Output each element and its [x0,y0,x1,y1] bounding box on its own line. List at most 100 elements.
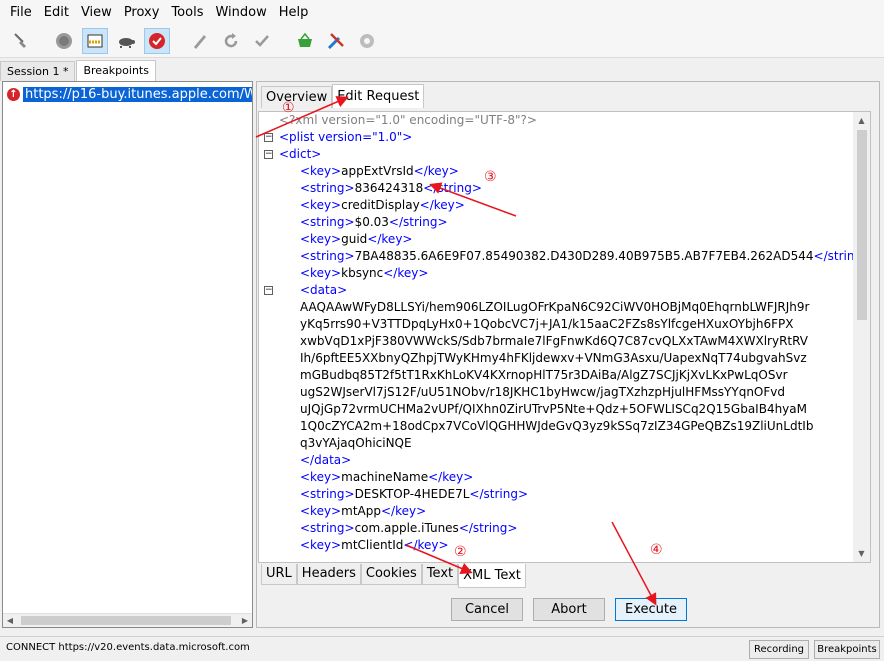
xml-line-text: Ih/6pftEE5XXbnyQZhpjTWyKHmy4hFKljdewxv+V… [300,351,807,365]
horizontal-scrollbar[interactable]: ◀ ▶ [3,613,252,627]
check-icon[interactable] [249,28,275,54]
xml-line: <key>guid</key> [259,231,854,248]
xml-line-text: <?xml version="1.0" encoding="UTF-8"?> [279,113,537,127]
tab-overview[interactable]: Overview [261,86,333,108]
abort-button[interactable]: Abort [533,598,605,621]
tab-edit-request[interactable]: Edit Request [332,84,425,108]
xml-line: </data> [259,452,854,469]
menu-edit[interactable]: Edit [38,5,75,20]
scroll-right-icon[interactable]: ▶ [238,614,252,628]
breakpoint-up-icon: ↑ [7,87,20,101]
scroll-thumb[interactable] [21,616,231,625]
annotation-4: ④ [650,542,663,558]
xml-lines: <?xml version="1.0" encoding="UTF-8"?> − <… [259,112,870,554]
fold-toggle-icon[interactable]: − [264,286,273,295]
execute-button[interactable]: Execute [615,598,687,621]
tab-url[interactable]: URL [261,564,297,585]
xml-editor[interactable]: <?xml version="1.0" encoding="UTF-8"?> − <… [258,111,871,563]
xml-line: <key>mtClientId</key> [259,537,854,554]
xml-line: <string>836424318</string> [259,180,854,197]
record-circle-icon[interactable] [51,28,77,54]
xml-line: <key>creditDisplay</key> [259,197,854,214]
tab-headers[interactable]: Headers [296,564,361,585]
status-bar: CONNECT https://v20.events.data.microsof… [0,636,884,661]
list-item[interactable]: ↑ https://p16-buy.itunes.apple.com/WebO [7,86,252,102]
xml-line-text: <key>guid</key> [300,232,413,246]
xml-line: − <dict> [259,146,854,163]
breakpoint-icon[interactable] [144,27,170,54]
breakpoints-button[interactable]: Breakpoints [814,640,880,659]
xml-line: <string>7BA48835.6A6E9F07.85490382.D430D… [259,248,870,265]
cancel-button[interactable]: Cancel [451,598,523,621]
tab-text[interactable]: Text [421,564,459,585]
tortoise-icon[interactable] [113,28,139,54]
settings-icon[interactable] [354,28,380,54]
menu-proxy[interactable]: Proxy [118,5,166,20]
xml-line: yKq5rrs90+V3TTDpqLyHx0+1QobcVC7j+JA1/k15… [259,316,854,333]
xml-line: <key>machineName</key> [259,469,854,486]
xml-line-text: 1Q0cZYCA2m+18odCpx7VCoVlQGHHWJdeGvQ3yz9k… [300,419,814,433]
xml-line: mGBudbq85T2f5tT1RxKhLoKV4KXrnopHlT75r3DA… [259,367,854,384]
xml-line-text: yKq5rrs90+V3TTDpqLyHx0+1QobcVC7j+JA1/k15… [300,317,794,331]
annotation-1: ① [282,100,295,116]
format-tabs: URL Headers Cookies Text XML Text [261,564,526,588]
fold-toggle-icon[interactable]: − [264,150,273,159]
scroll-left-icon[interactable]: ◀ [3,614,17,628]
status-text: CONNECT https://v20.events.data.microsof… [6,642,250,653]
refresh-icon[interactable] [218,28,244,54]
session-url[interactable]: https://p16-buy.itunes.apple.com/WebO [23,86,252,102]
xml-line: − <data> [259,282,854,299]
scroll-up-icon[interactable]: ▲ [853,112,870,129]
xml-line-text: AAQAAwWFyD8LLSYi/hem906LZOILugOFrKpaN6C9… [300,300,810,314]
scroll-down-icon[interactable]: ▼ [853,545,870,562]
xml-line: <key>kbsync</key> [259,265,854,282]
tab-xml-text[interactable]: XML Text [458,564,526,588]
xml-line-text: <dict> [279,147,322,161]
request-editor-panel: Overview Edit Request <?xml version="1.0… [256,81,880,628]
xml-line-text: <string>$0.03</string> [300,215,448,229]
stream-icon[interactable] [82,27,108,54]
menu-file[interactable]: File [4,5,38,20]
scroll-thumb[interactable] [857,130,867,320]
xml-line-text: <key>creditDisplay</key> [300,198,465,212]
xml-line: 1Q0cZYCA2m+18odCpx7VCoVlQGHHWJdeGvQ3yz9k… [259,418,854,435]
basket-icon[interactable] [292,28,318,54]
tab-cookies[interactable]: Cookies [360,564,422,585]
xml-line-text: mGBudbq85T2f5tT1RxKhLoKV4KXrnopHlT75r3DA… [300,368,788,382]
session-list: ↑ https://p16-buy.itunes.apple.com/WebO … [2,81,253,628]
xml-line-text: xwbVqD1xPjF380VWWckS/Sdb7brmaIe7lFgFnwKd… [300,334,808,348]
xml-line: <key>appExtVrsId</key> [259,163,854,180]
xml-line: ugS2WJserVl7jS12F/uU51NObv/r18JKHC1byHwc… [259,384,854,401]
xml-line: q3vYAjaqOhiciNQE [259,435,854,452]
xml-line-text: uJQjGp72vrmUCHMa2vUPf/QIXhn0ZirUTrvP5Nte… [300,402,807,416]
menu-bar: File Edit View Proxy Tools Window Help [0,0,884,24]
xml-line-text: q3vYAjaqOhiciNQE [300,436,412,450]
xml-line: AAQAAwWFyD8LLSYi/hem906LZOILugOFrKpaN6C9… [259,299,854,316]
fold-toggle-icon[interactable]: − [264,133,273,142]
pen-icon[interactable] [187,28,213,54]
session-tabs: Session 1 * Breakpoints [0,60,157,81]
xml-line-text: </data> [300,453,352,467]
menu-help[interactable]: Help [273,5,315,20]
xml-line-text: <key>mtClientId</key> [300,538,449,552]
xml-line: Ih/6pftEE5XXbnyQZhpjTWyKHmy4hFKljdewxv+V… [259,350,854,367]
menu-view[interactable]: View [75,5,118,20]
xml-line-text: <key>kbsync</key> [300,266,429,280]
xml-line: <?xml version="1.0" encoding="UTF-8"?> [259,112,854,129]
tools-icon[interactable] [323,28,349,54]
xml-line-text: <string>7BA48835.6A6E9F07.85490382.D430D… [300,249,871,263]
tab-session-1[interactable]: Session 1 * [0,61,76,81]
menu-window[interactable]: Window [209,5,272,20]
tab-breakpoints[interactable]: Breakpoints [76,60,156,81]
xml-line: <string>com.apple.iTunes</string> [259,520,854,537]
xml-line-text: <string>836424318</string> [300,181,482,195]
menu-tools[interactable]: Tools [165,5,209,20]
xml-line: <string>DESKTOP-4HEDE7L</string> [259,486,854,503]
xml-line-text: <key>appExtVrsId</key> [300,164,459,178]
recording-button[interactable]: Recording [749,640,809,659]
xml-line-text: ugS2WJserVl7jS12F/uU51NObv/r18JKHC1byHwc… [300,385,785,399]
annotation-2: ② [454,544,467,560]
broom-icon[interactable] [8,28,34,54]
xml-line: <key>mtApp</key> [259,503,854,520]
vertical-scrollbar[interactable]: ▲ ▼ [853,112,870,562]
